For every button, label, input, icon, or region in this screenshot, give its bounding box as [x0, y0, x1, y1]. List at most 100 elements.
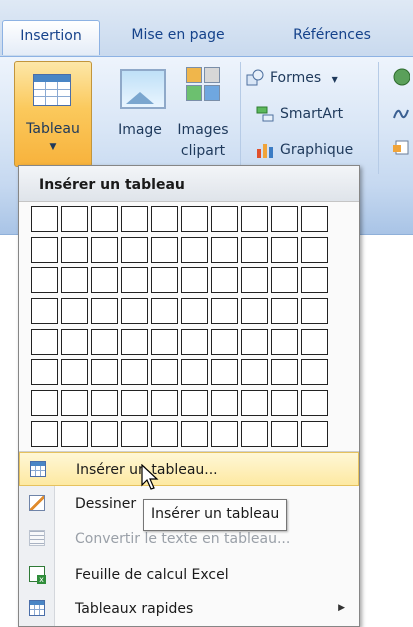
grid-cell[interactable] [91, 236, 118, 263]
grid-cell[interactable] [31, 420, 58, 447]
smartart-button[interactable]: SmartArt [256, 102, 343, 126]
grid-cell[interactable] [241, 236, 268, 263]
table-size-grid[interactable] [31, 206, 331, 448]
grid-cell[interactable] [301, 236, 328, 263]
grid-cell[interactable] [151, 328, 178, 355]
grid-cell[interactable] [121, 298, 148, 325]
tab-references[interactable]: Références [272, 20, 392, 54]
grid-cell[interactable] [241, 420, 268, 447]
grid-cell[interactable] [301, 359, 328, 386]
grid-cell[interactable] [211, 390, 238, 417]
grid-cell[interactable] [211, 328, 238, 355]
grid-cell[interactable] [121, 267, 148, 294]
convert-icon [29, 530, 45, 546]
menu-item-tableaux-rapides[interactable]: Tableaux rapides ▶ [19, 592, 359, 626]
grid-cell[interactable] [271, 390, 298, 417]
formes-button[interactable]: Formes ▼ [246, 66, 338, 90]
grid-cell[interactable] [211, 267, 238, 294]
tab-insertion[interactable]: Insertion [2, 20, 100, 55]
grid-cell[interactable] [241, 206, 268, 232]
graphique-button[interactable]: Graphique [256, 138, 353, 162]
grid-cell[interactable] [121, 236, 148, 263]
grid-cell[interactable] [31, 298, 58, 325]
grid-cell[interactable] [271, 206, 298, 232]
grid-cell[interactable] [301, 206, 328, 232]
clipart-button[interactable]: Images clipart [172, 61, 234, 171]
grid-cell[interactable] [211, 420, 238, 447]
grid-cell[interactable] [181, 359, 208, 386]
grid-cell[interactable] [31, 328, 58, 355]
quick-tables-icon [29, 600, 45, 616]
grid-cell[interactable] [151, 206, 178, 232]
grid-cell[interactable] [91, 298, 118, 325]
grid-cell[interactable] [181, 236, 208, 263]
grid-cell[interactable] [31, 359, 58, 386]
grid-cell[interactable] [61, 359, 88, 386]
grid-cell[interactable] [61, 267, 88, 294]
grid-cell[interactable] [31, 390, 58, 417]
tab-mise-en-page[interactable]: Mise en page [118, 20, 238, 54]
grid-cell[interactable] [211, 236, 238, 263]
grid-cell[interactable] [31, 236, 58, 263]
grid-cell[interactable] [301, 328, 328, 355]
grid-cell[interactable] [271, 328, 298, 355]
grid-cell[interactable] [301, 267, 328, 294]
grid-cell[interactable] [241, 390, 268, 417]
grid-cell[interactable] [91, 328, 118, 355]
grid-cell[interactable] [151, 298, 178, 325]
grid-cell[interactable] [181, 420, 208, 447]
grid-cell[interactable] [271, 267, 298, 294]
grid-cell[interactable] [211, 206, 238, 232]
grid-cell[interactable] [301, 420, 328, 447]
grid-cell[interactable] [181, 328, 208, 355]
grid-cell[interactable] [61, 298, 88, 325]
grid-cell[interactable] [271, 298, 298, 325]
globe-icon[interactable] [392, 68, 410, 86]
grid-cell[interactable] [151, 420, 178, 447]
grid-cell[interactable] [271, 236, 298, 263]
grid-cell[interactable] [61, 390, 88, 417]
grid-cell[interactable] [91, 206, 118, 232]
grid-cell[interactable] [241, 328, 268, 355]
grid-cell[interactable] [181, 206, 208, 232]
menu-item-feuille-excel[interactable]: Feuille de calcul Excel [19, 558, 359, 592]
grid-cell[interactable] [91, 420, 118, 447]
grid-cell[interactable] [61, 420, 88, 447]
object-icon[interactable] [392, 138, 410, 156]
grid-cell[interactable] [241, 267, 268, 294]
signature-icon[interactable] [392, 104, 410, 122]
grid-cell[interactable] [241, 359, 268, 386]
grid-cell[interactable] [151, 390, 178, 417]
grid-cell[interactable] [91, 390, 118, 417]
menu-item-inserer-tableau[interactable]: Insérer un tableau... [19, 452, 359, 486]
grid-cell[interactable] [61, 206, 88, 232]
grid-cell[interactable] [151, 359, 178, 386]
grid-cell[interactable] [211, 359, 238, 386]
grid-cell[interactable] [271, 420, 298, 447]
grid-cell[interactable] [61, 236, 88, 263]
tableau-button[interactable]: Tableau ▼ [14, 61, 92, 167]
grid-cell[interactable] [121, 390, 148, 417]
menu-item-label: Feuille de calcul Excel [75, 567, 229, 583]
grid-cell[interactable] [121, 206, 148, 232]
ribbon-tab-bar: Insertion Mise en page Références [0, 0, 413, 58]
grid-cell[interactable] [241, 298, 268, 325]
grid-cell[interactable] [181, 298, 208, 325]
grid-cell[interactable] [181, 267, 208, 294]
grid-cell[interactable] [31, 206, 58, 232]
grid-cell[interactable] [151, 236, 178, 263]
grid-cell[interactable] [121, 328, 148, 355]
image-button[interactable]: Image [112, 61, 168, 161]
grid-cell[interactable] [91, 359, 118, 386]
grid-cell[interactable] [211, 298, 238, 325]
grid-cell[interactable] [181, 390, 208, 417]
grid-cell[interactable] [301, 390, 328, 417]
grid-cell[interactable] [301, 298, 328, 325]
grid-cell[interactable] [151, 267, 178, 294]
grid-cell[interactable] [91, 267, 118, 294]
grid-cell[interactable] [31, 267, 58, 294]
grid-cell[interactable] [61, 328, 88, 355]
grid-cell[interactable] [271, 359, 298, 386]
grid-cell[interactable] [121, 359, 148, 386]
grid-cell[interactable] [121, 420, 148, 447]
